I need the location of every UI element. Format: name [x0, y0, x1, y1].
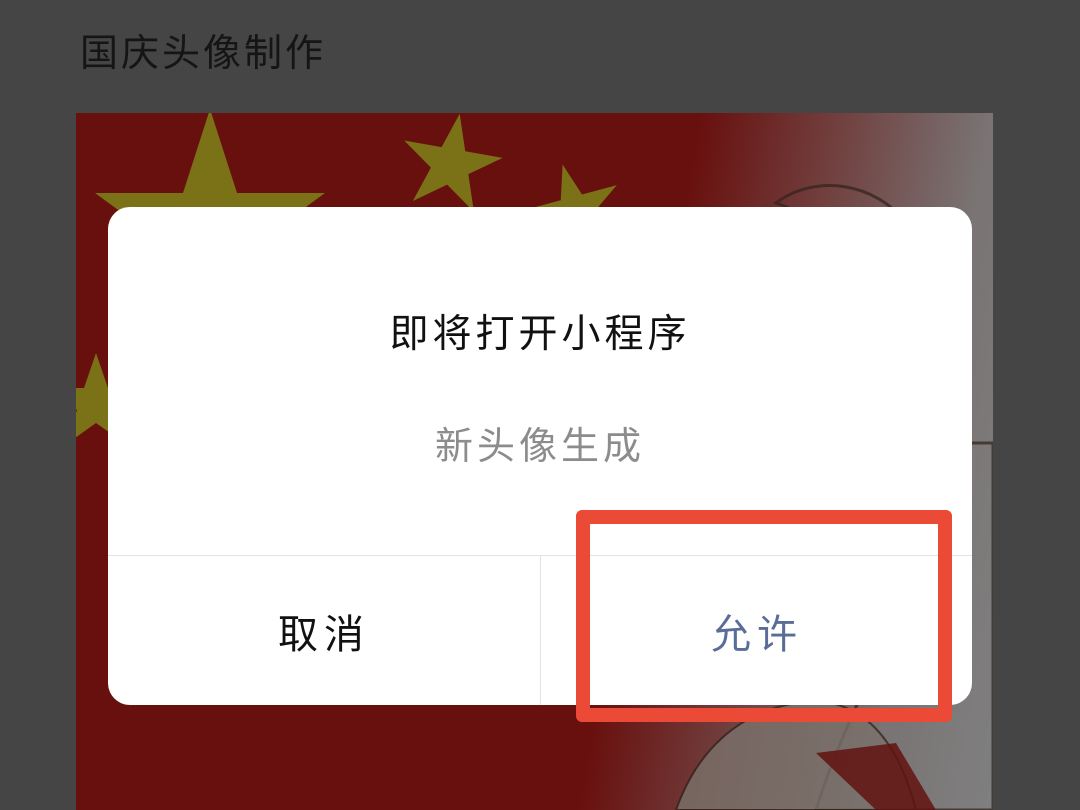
dialog-subtitle: 新头像生成	[434, 424, 645, 468]
cancel-button[interactable]: 取消	[108, 556, 540, 705]
dialog-title: 即将打开小程序	[389, 312, 691, 357]
highlight-box	[576, 510, 952, 722]
